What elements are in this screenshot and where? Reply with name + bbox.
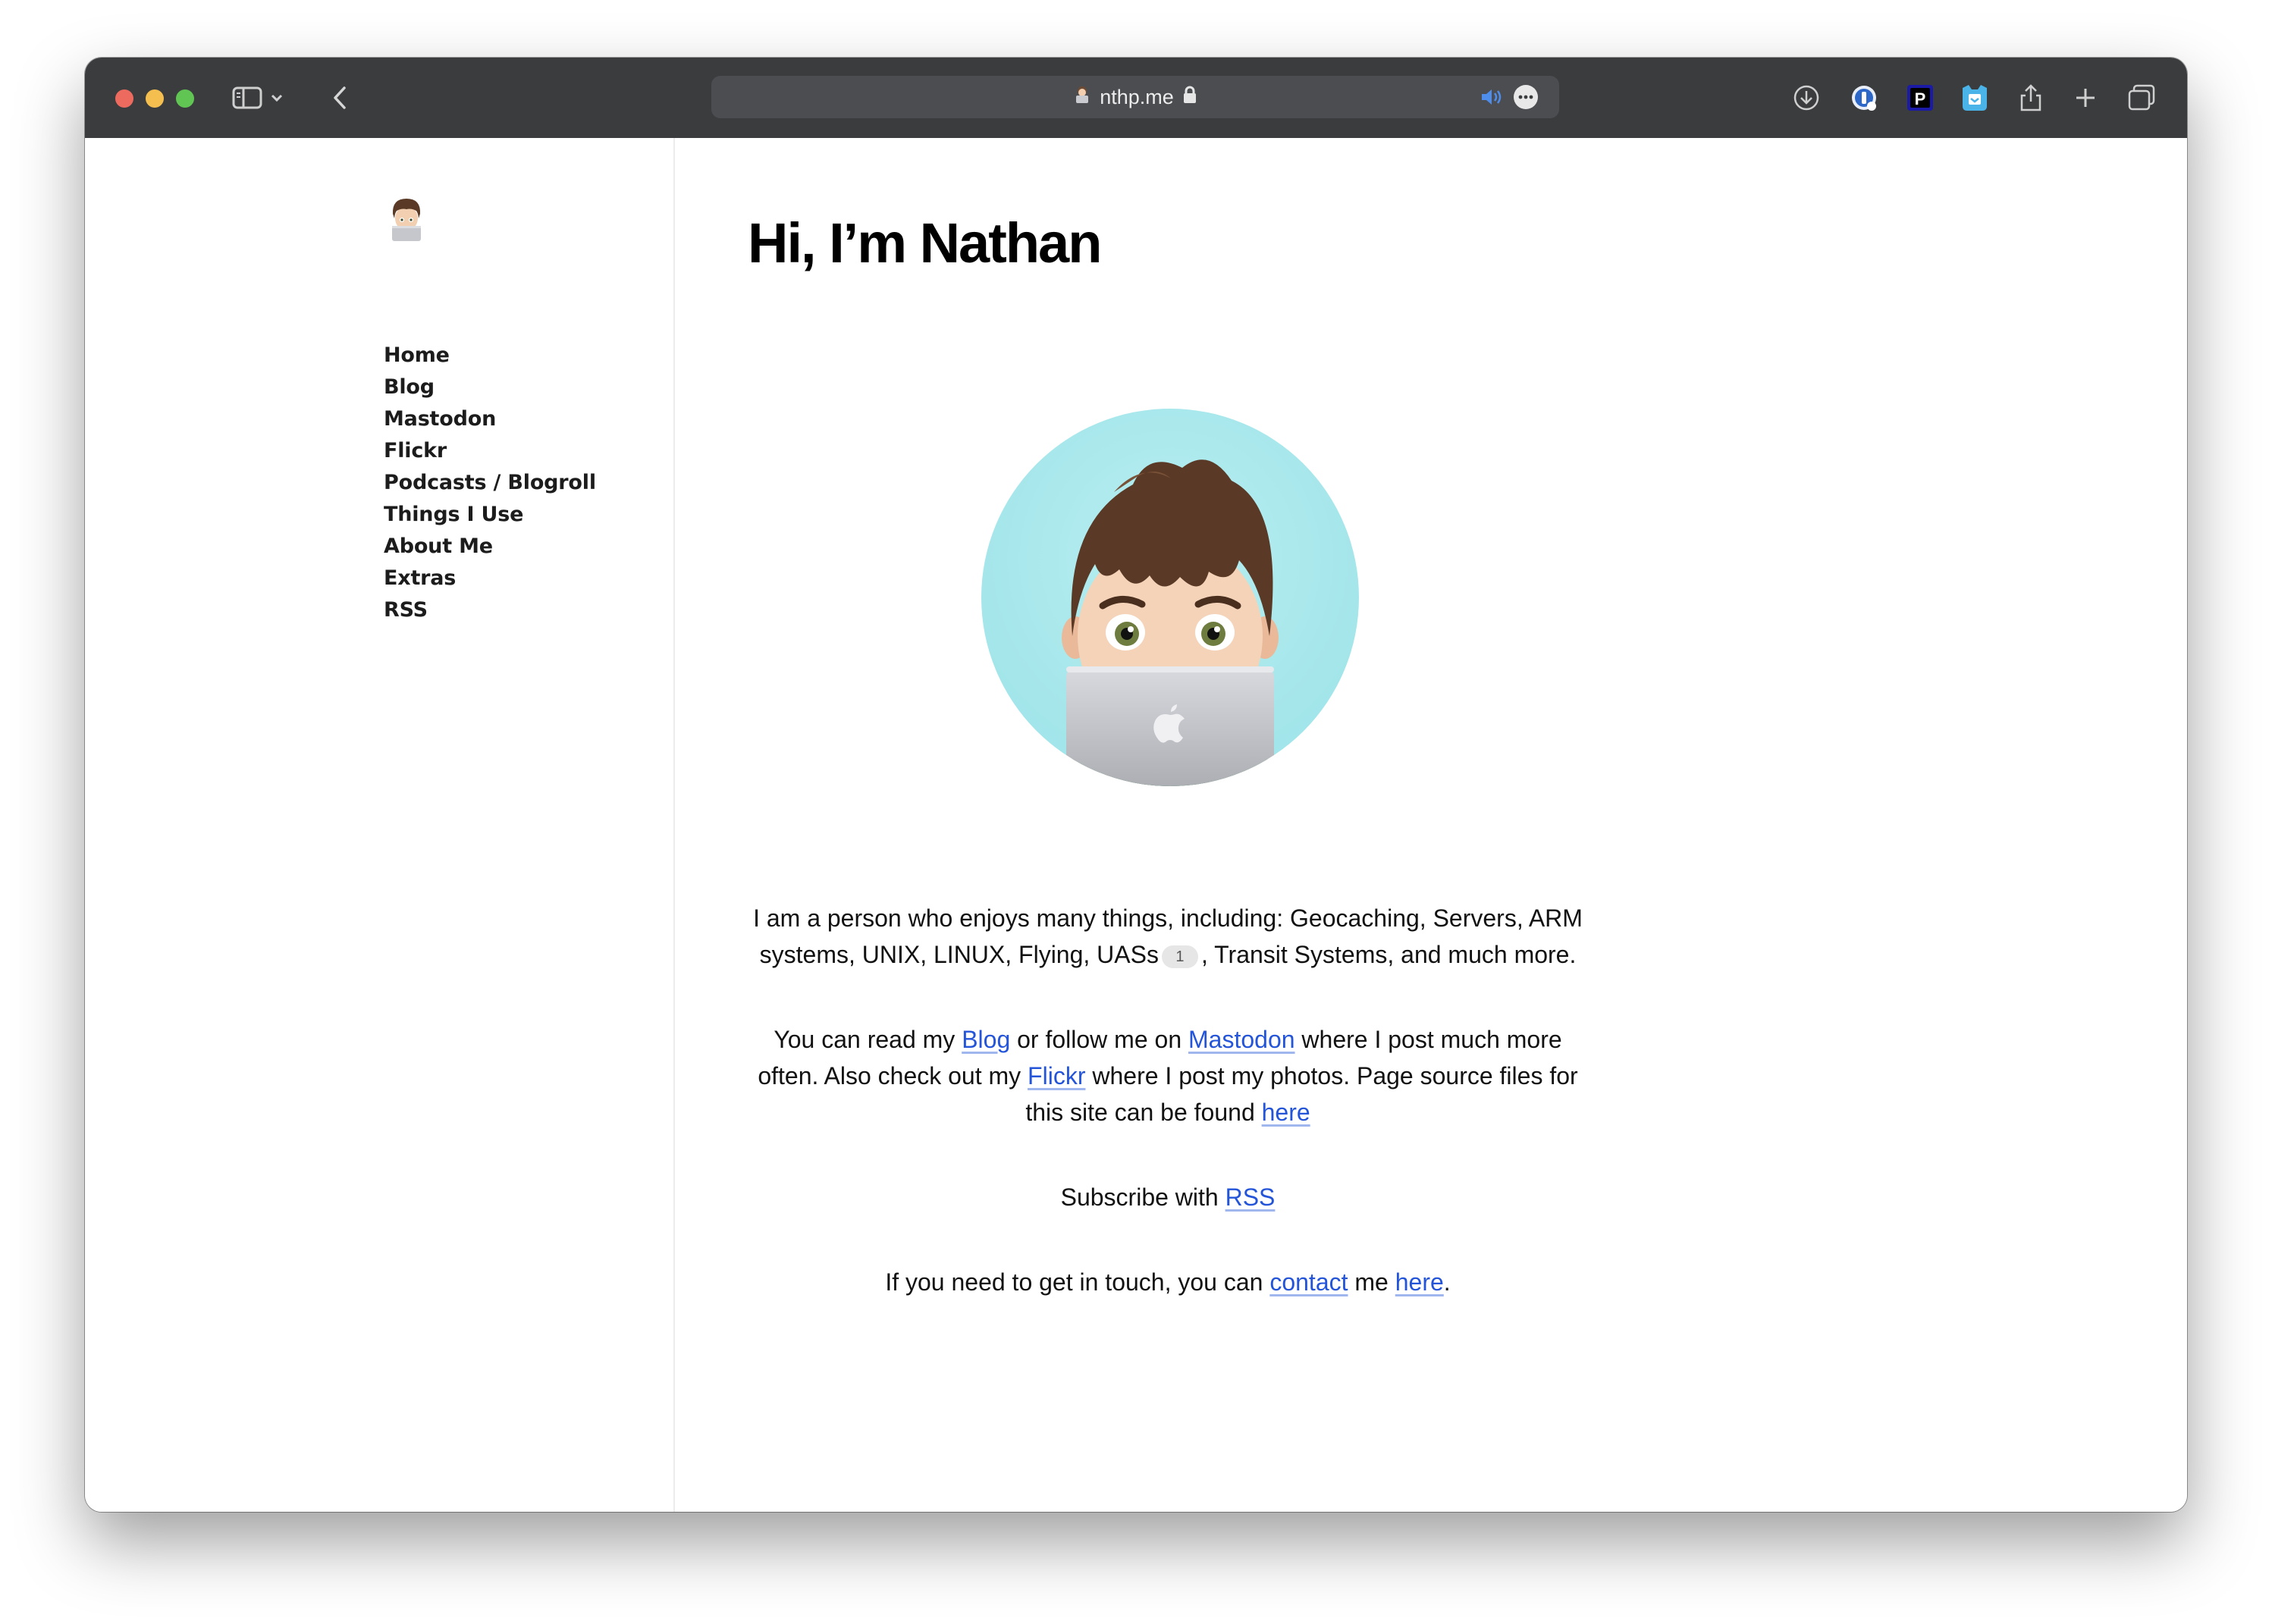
avatar bbox=[981, 409, 1359, 786]
close-window-button[interactable] bbox=[115, 89, 133, 108]
nav-extras[interactable]: Extras bbox=[384, 563, 596, 594]
nav-blog[interactable]: Blog bbox=[384, 372, 596, 403]
flickr-link[interactable]: Flickr bbox=[1028, 1062, 1085, 1089]
footnote-badge[interactable]: 1 bbox=[1161, 945, 1198, 968]
chevron-down-icon[interactable] bbox=[265, 78, 288, 118]
page-title: Hi, I’m Nathan bbox=[748, 212, 1102, 274]
url-text: nthp.me bbox=[1100, 85, 1174, 108]
minimize-window-button[interactable] bbox=[146, 89, 164, 108]
site-favicon-icon bbox=[1074, 85, 1090, 110]
blog-link[interactable]: Blog bbox=[962, 1026, 1010, 1053]
sidebar-toggle-icon[interactable] bbox=[228, 78, 267, 118]
speaker-icon[interactable] bbox=[1480, 86, 1503, 108]
password-manager-icon[interactable] bbox=[1844, 78, 1884, 118]
nav-things-i-use[interactable]: Things I Use bbox=[384, 499, 596, 531]
source-files-link[interactable]: here bbox=[1262, 1099, 1310, 1126]
nav-mastodon[interactable]: Mastodon bbox=[384, 403, 596, 435]
address-bar[interactable]: nthp.me bbox=[711, 76, 1559, 118]
contact-link[interactable]: contact bbox=[1269, 1268, 1348, 1296]
browser-window: nthp.me P Home Blog Mastodon Flickr Podc… bbox=[85, 58, 2187, 1512]
download-icon[interactable] bbox=[1787, 78, 1826, 118]
browser-toolbar: nthp.me P bbox=[85, 58, 2187, 138]
contact-paragraph: If you need to get in touch, you can con… bbox=[885, 1268, 1451, 1296]
new-tab-icon[interactable] bbox=[2066, 78, 2105, 118]
extension-cat-icon[interactable] bbox=[1955, 78, 1994, 118]
mastodon-link[interactable]: Mastodon bbox=[1188, 1026, 1295, 1053]
zoom-window-button[interactable] bbox=[176, 89, 194, 108]
subscribe-paragraph: Subscribe with RSS bbox=[1060, 1184, 1276, 1211]
sidebar-divider bbox=[673, 138, 675, 1512]
pinboard-extension-icon[interactable]: P bbox=[1900, 78, 1940, 118]
nav-podcasts-blogroll[interactable]: Podcasts / Blogroll bbox=[384, 467, 596, 499]
nav-about-me[interactable]: About Me bbox=[384, 531, 596, 563]
links-paragraph: You can read my Blog or follow me on Mas… bbox=[758, 1026, 1578, 1126]
intro-paragraph: I am a person who enjoys many things, in… bbox=[753, 904, 1583, 968]
lock-icon bbox=[1183, 86, 1197, 109]
back-icon[interactable] bbox=[320, 78, 359, 118]
nav-home[interactable]: Home bbox=[384, 340, 596, 372]
sidebar-nav: Home Blog Mastodon Flickr Podcasts / Blo… bbox=[384, 340, 596, 626]
site-logo[interactable] bbox=[388, 196, 425, 243]
nav-rss[interactable]: RSS bbox=[384, 594, 596, 626]
nav-flickr[interactable]: Flickr bbox=[384, 435, 596, 467]
intro-content: I am a person who enjoys many things, in… bbox=[748, 900, 1588, 1349]
more-options-icon[interactable] bbox=[1514, 85, 1538, 109]
web-page: Home Blog Mastodon Flickr Podcasts / Blo… bbox=[85, 138, 2187, 1512]
tab-overview-icon[interactable] bbox=[2122, 78, 2161, 118]
svg-text:P: P bbox=[1915, 89, 1926, 108]
contact-here-link[interactable]: here bbox=[1395, 1268, 1444, 1296]
rss-link[interactable]: RSS bbox=[1225, 1184, 1276, 1211]
share-icon[interactable] bbox=[2011, 78, 2051, 118]
